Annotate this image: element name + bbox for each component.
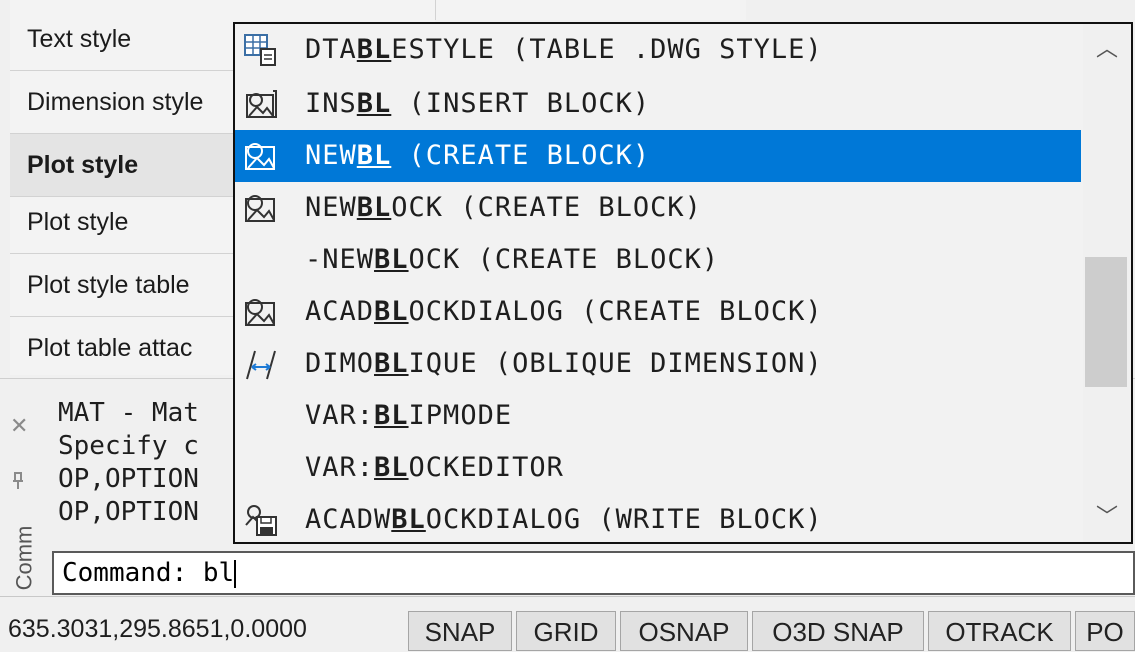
match-highlight: BL: [374, 452, 409, 483]
property-label: Plot style: [27, 208, 129, 236]
scrollbar-thumb[interactable]: [1085, 257, 1127, 387]
property-label: Plot table attac: [27, 334, 193, 362]
osnap-button[interactable]: OSNAP: [620, 611, 748, 651]
autocomplete-item[interactable]: VAR:BLIPMODE: [235, 390, 1081, 442]
match-prefix: NEW: [305, 192, 357, 223]
autocomplete-item[interactable]: NEWBL (CREATE BLOCK): [235, 130, 1081, 182]
match-highlight: BL: [356, 140, 392, 171]
match-suffix: OCKEDITOR: [408, 452, 564, 483]
create-block-icon: [243, 191, 279, 225]
autocomplete-item[interactable]: ACADBLOCKDIALOG (CREATE BLOCK): [235, 286, 1081, 338]
write-block-icon: [243, 503, 279, 537]
autocomplete-item-label: ACADWBLOCKDIALOG (WRITE BLOCK): [305, 494, 823, 542]
property-label: Plot style table: [27, 271, 190, 299]
autocomplete-item-label: -NEWBLOCK (CREATE BLOCK): [305, 234, 719, 286]
match-prefix: -NEW: [305, 244, 375, 275]
match-suffix: IQUE (OBLIQUE DIMENSION): [408, 348, 823, 379]
scroll-down-icon[interactable]: ﹀: [1083, 492, 1131, 542]
history-line: OP,OPTION: [58, 464, 199, 494]
otrack-button[interactable]: OTRACK: [928, 611, 1071, 651]
grid-button[interactable]: GRID: [516, 611, 616, 651]
match-highlight: BL: [356, 192, 392, 223]
match-suffix: OCKDIALOG (CREATE BLOCK): [408, 296, 823, 327]
insert-block-icon: [243, 87, 279, 121]
autocomplete-item-label: VAR:BLIPMODE: [305, 390, 512, 442]
autocomplete-item-label: NEWBLOCK (CREATE BLOCK): [305, 182, 702, 234]
coordinate-readout: 635.3031,295.8651,0.0000: [8, 615, 307, 643]
autocomplete-item[interactable]: VAR:BLOCKEDITOR: [235, 442, 1081, 494]
match-prefix: VAR:: [305, 400, 375, 431]
match-highlight: BL: [374, 348, 409, 379]
match-highlight: BL: [391, 504, 426, 535]
match-suffix: OCKDIALOG (WRITE BLOCK): [425, 504, 823, 535]
autocomplete-scrollbar[interactable]: ︿ ﹀: [1083, 24, 1131, 542]
autocomplete-item-label: NEWBL (CREATE BLOCK): [305, 130, 650, 182]
history-line: MAT - Mat: [58, 398, 199, 428]
text-caret: [234, 559, 237, 588]
autocomplete-item[interactable]: DTABLESTYLE (TABLE .DWG STYLE): [235, 24, 1081, 76]
pin-icon[interactable]: [10, 471, 26, 496]
match-highlight: BL: [374, 400, 409, 431]
polar-button[interactable]: PO: [1075, 611, 1135, 651]
match-highlight: BL: [356, 88, 392, 119]
autocomplete-item-label: INSBL (INSERT BLOCK): [305, 78, 650, 130]
match-suffix: ESTYLE (TABLE .DWG STYLE): [391, 34, 823, 65]
autocomplete-popup: DTABLESTYLE (TABLE .DWG STYLE) INSBL (INS…: [233, 22, 1133, 544]
scroll-up-icon[interactable]: ︿: [1083, 24, 1131, 74]
match-prefix: ACAD: [305, 296, 375, 327]
command-window-sidebar: ✕ Comm: [0, 379, 50, 597]
match-suffix: IPMODE: [408, 400, 513, 431]
command-history: MAT - Mat Specify c OP,OPTION OP,OPTION: [58, 397, 199, 529]
snap-button[interactable]: SNAP: [408, 611, 512, 651]
match-prefix: DTA: [305, 34, 357, 65]
command-input[interactable]: Command: bl: [52, 551, 1135, 595]
command-input-text: Command: bl: [62, 558, 235, 588]
match-highlight: BL: [374, 244, 409, 275]
match-prefix: DIMO: [305, 348, 375, 379]
autocomplete-item[interactable]: ACADWBLOCKDIALOG (WRITE BLOCK): [235, 494, 1081, 542]
autocomplete-item[interactable]: DIMOBLIQUE (OBLIQUE DIMENSION): [235, 338, 1081, 390]
match-prefix: VAR:: [305, 452, 375, 483]
status-bar: 635.3031,295.8651,0.0000 SNAP GRID OSNAP…: [0, 596, 1135, 651]
autocomplete-item-label: ACADBLOCKDIALOG (CREATE BLOCK): [305, 286, 823, 338]
autocomplete-item-label: DTABLESTYLE (TABLE .DWG STYLE): [305, 24, 823, 76]
command-window-title: Comm: [11, 525, 37, 591]
match-prefix: ACADW: [305, 504, 392, 535]
table-style-icon: [243, 33, 279, 67]
match-highlight: BL: [356, 34, 392, 65]
history-line: OP,OPTION: [58, 497, 199, 527]
close-icon[interactable]: ✕: [10, 413, 28, 439]
match-suffix: (CREATE BLOCK): [391, 140, 651, 171]
autocomplete-item-label: DIMOBLIQUE (OBLIQUE DIMENSION): [305, 338, 823, 390]
dim-oblique-icon: [243, 347, 279, 381]
match-suffix: OCK (CREATE BLOCK): [408, 244, 720, 275]
history-line: Specify c: [58, 431, 199, 461]
property-label: Plot style: [27, 151, 139, 179]
autocomplete-item-label: VAR:BLOCKEDITOR: [305, 442, 564, 494]
match-prefix: INS: [305, 88, 357, 119]
match-suffix: OCK (CREATE BLOCK): [391, 192, 702, 223]
create-block-icon: [243, 295, 279, 329]
match-suffix: (INSERT BLOCK): [391, 88, 651, 119]
o3d-snap-button[interactable]: O3D SNAP: [752, 611, 924, 651]
autocomplete-item[interactable]: INSBL (INSERT BLOCK): [235, 78, 1081, 130]
match-highlight: BL: [374, 296, 409, 327]
autocomplete-item[interactable]: NEWBLOCK (CREATE BLOCK): [235, 182, 1081, 234]
match-prefix: NEW: [305, 140, 357, 171]
autocomplete-item[interactable]: -NEWBLOCK (CREATE BLOCK): [235, 234, 1081, 286]
property-label: Text style: [27, 25, 132, 53]
property-values-column: [435, 0, 746, 20]
create-block-icon: [243, 139, 279, 173]
property-label: Dimension style: [27, 88, 204, 116]
